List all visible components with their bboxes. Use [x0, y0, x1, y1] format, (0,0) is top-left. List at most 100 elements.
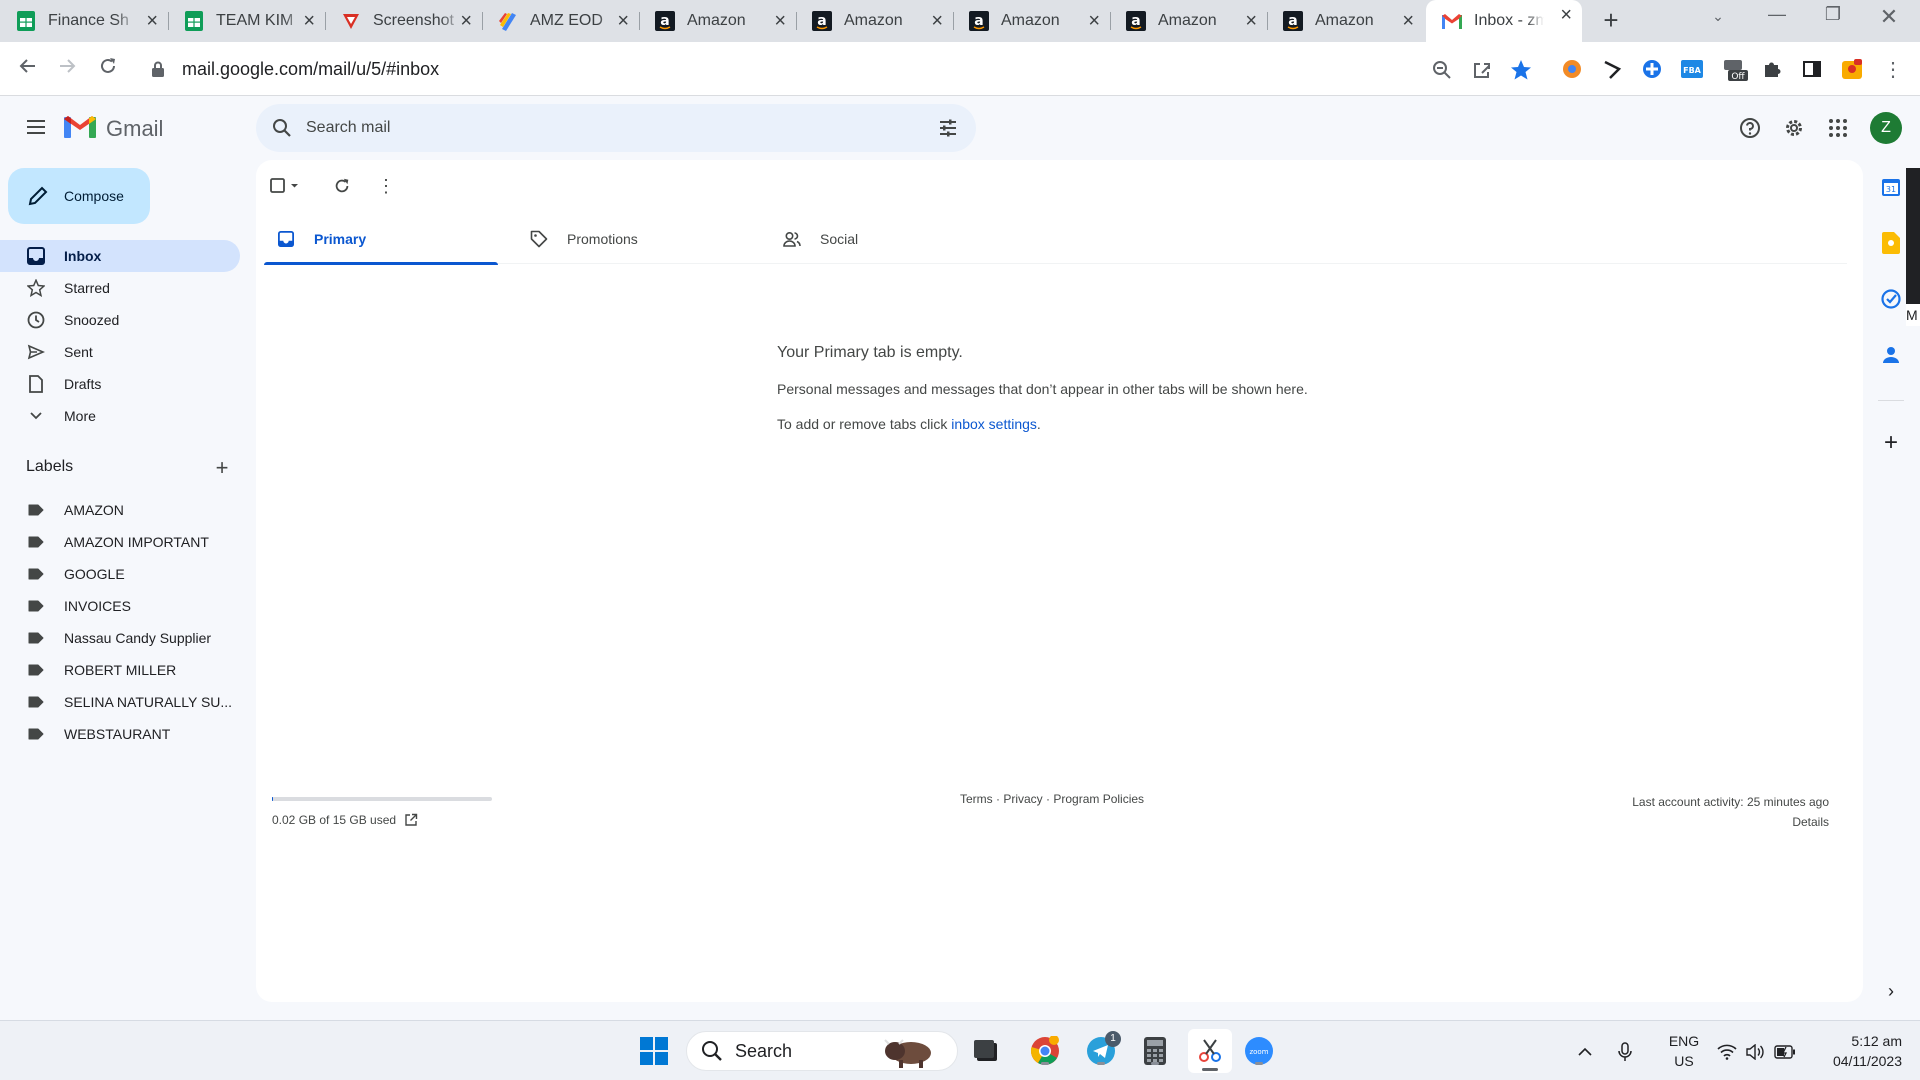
search-icon[interactable] — [270, 116, 294, 140]
browser-tab[interactable]: Screenshot × — [325, 6, 483, 36]
search-options-icon[interactable] — [936, 116, 960, 140]
close-tab-icon[interactable]: × — [617, 11, 629, 31]
label-item[interactable]: Nassau Candy Supplier — [0, 622, 240, 654]
show-hidden-icons-chevron-icon[interactable] — [1574, 1041, 1596, 1063]
help-icon[interactable] — [1738, 116, 1762, 140]
browser-tab[interactable]: a Amazon × — [796, 6, 954, 36]
zoom-out-icon[interactable] — [1430, 58, 1454, 82]
chevron-right-icon[interactable]: › — [1880, 980, 1902, 1002]
snipping-tool-icon[interactable] — [1188, 1029, 1232, 1073]
close-window-button[interactable]: ✕ — [1864, 4, 1914, 30]
close-tab-icon[interactable]: × — [1245, 11, 1257, 31]
privacy-link[interactable]: Privacy — [1003, 792, 1042, 806]
nav-item-inbox[interactable]: Inbox — [0, 240, 240, 272]
nav-item-starred[interactable]: Starred — [0, 272, 240, 304]
fba-extension-icon[interactable]: FBA — [1679, 56, 1705, 82]
compose-button[interactable]: Compose — [8, 168, 150, 224]
keep-icon[interactable] — [1880, 232, 1902, 254]
microphone-icon[interactable] — [1614, 1041, 1636, 1063]
close-tab-icon[interactable]: × — [931, 11, 943, 31]
profile-extension-icon[interactable] — [1839, 56, 1865, 82]
wifi-icon[interactable] — [1716, 1041, 1738, 1063]
search-input[interactable] — [306, 119, 906, 137]
label-item[interactable]: GOOGLE — [0, 558, 240, 590]
refresh-icon[interactable] — [330, 174, 354, 198]
tab-search-icon[interactable]: ⌄ — [1693, 8, 1743, 25]
system-clock[interactable]: 5:12 am 04/11/2023 — [1810, 1031, 1902, 1071]
close-tab-icon[interactable]: × — [774, 11, 786, 31]
terms-link[interactable]: Terms — [960, 792, 993, 806]
browser-tab[interactable]: TEAM KIM × — [168, 6, 326, 36]
apps-grid-icon[interactable] — [1826, 116, 1850, 140]
close-tab-icon[interactable]: × — [1402, 11, 1414, 31]
minimize-button[interactable]: — — [1752, 4, 1802, 25]
new-tab-button[interactable]: + — [1597, 6, 1625, 36]
external-link-icon[interactable] — [404, 813, 418, 827]
restore-button[interactable]: ❐ — [1808, 4, 1858, 25]
more-options-icon[interactable]: ⋮ — [374, 174, 398, 198]
close-tab-icon[interactable]: × — [146, 11, 158, 31]
inbox-settings-link[interactable]: inbox settings — [951, 416, 1037, 432]
back-button[interactable] — [14, 55, 42, 83]
address-bar[interactable]: mail.google.com/mail/u/5/#inbox — [138, 49, 1538, 89]
telegram-icon[interactable]: 1 — [1085, 1031, 1121, 1067]
select-all-checkbox[interactable] — [268, 174, 304, 198]
browser-tab[interactable]: a Amazon × — [639, 6, 797, 36]
details-link[interactable]: Details — [1632, 812, 1829, 832]
reload-button[interactable] — [94, 55, 122, 83]
nav-item-snoozed[interactable]: Snoozed — [0, 304, 240, 336]
gmail-logo[interactable]: Gmail — [64, 114, 163, 143]
search-bar[interactable] — [256, 104, 976, 152]
zoom-app-icon[interactable]: zoom — [1243, 1035, 1275, 1067]
battery-charging-icon[interactable] — [1774, 1041, 1796, 1063]
chrome-icon[interactable] — [1029, 1035, 1061, 1067]
input-language[interactable]: ENG US — [1666, 1031, 1702, 1071]
label-item[interactable]: AMAZON — [0, 494, 240, 526]
close-tab-icon[interactable]: × — [460, 11, 472, 31]
label-item[interactable]: INVOICES — [0, 590, 240, 622]
task-view-icon[interactable] — [970, 1035, 1002, 1067]
calendar-icon[interactable]: 31 — [1880, 176, 1902, 198]
calculator-icon[interactable] — [1139, 1035, 1171, 1067]
close-tab-icon[interactable]: × — [1088, 11, 1100, 31]
close-tab-icon[interactable]: × — [1560, 5, 1572, 25]
main-menu-icon[interactable] — [24, 115, 48, 139]
nav-item-more[interactable]: More — [0, 400, 240, 432]
browser-tab-active[interactable]: Inbox - zm × — [1426, 0, 1582, 42]
browser-tab[interactable]: a Amazon × — [953, 6, 1111, 36]
puzzle-icon[interactable] — [1759, 56, 1785, 82]
side-panel-icon[interactable] — [1799, 56, 1825, 82]
extension-blue-gear-icon[interactable] — [1639, 56, 1665, 82]
tasks-icon[interactable] — [1880, 288, 1902, 310]
lock-icon[interactable] — [152, 61, 164, 77]
tab-promotions[interactable]: Promotions — [517, 214, 751, 264]
extension-orange-icon[interactable] — [1559, 56, 1585, 82]
nav-item-sent[interactable]: Sent — [0, 336, 240, 368]
browser-tab[interactable]: a Amazon × — [1110, 6, 1268, 36]
tab-primary[interactable]: Primary — [264, 214, 498, 265]
bookmark-star-icon[interactable] — [1509, 58, 1533, 82]
browser-menu-icon[interactable]: ⋮ — [1880, 56, 1906, 82]
close-tab-icon[interactable]: × — [303, 11, 315, 31]
tab-social[interactable]: Social — [770, 214, 1004, 264]
volume-icon[interactable] — [1744, 1041, 1766, 1063]
contacts-icon[interactable] — [1880, 344, 1902, 366]
forward-button[interactable] — [53, 55, 81, 83]
browser-tab[interactable]: a Amazon × — [1267, 6, 1424, 36]
label-item[interactable]: WEBSTAURANT — [0, 718, 240, 750]
url-text[interactable]: mail.google.com/mail/u/5/#inbox — [182, 59, 439, 80]
label-item[interactable]: SELINA NATURALLY SU... — [0, 686, 240, 718]
windows-start-icon[interactable] — [638, 1035, 670, 1067]
add-addon-icon[interactable]: + — [1880, 429, 1902, 456]
browser-tab[interactable]: AMZ EOD × — [482, 6, 640, 36]
label-item[interactable]: ROBERT MILLER — [0, 654, 240, 686]
extension-arrow-icon[interactable] — [1599, 56, 1625, 82]
program-policies-link[interactable]: Program Policies — [1053, 792, 1144, 806]
extension-off-icon[interactable]: Off — [1722, 56, 1748, 82]
share-icon[interactable] — [1470, 58, 1494, 82]
add-label-icon[interactable]: + — [212, 457, 232, 479]
label-item[interactable]: AMAZON IMPORTANT — [0, 526, 240, 558]
taskbar-search[interactable]: Search — [686, 1031, 958, 1071]
account-avatar[interactable]: Z — [1870, 112, 1902, 144]
browser-tab[interactable]: Finance Sh × — [0, 6, 169, 36]
